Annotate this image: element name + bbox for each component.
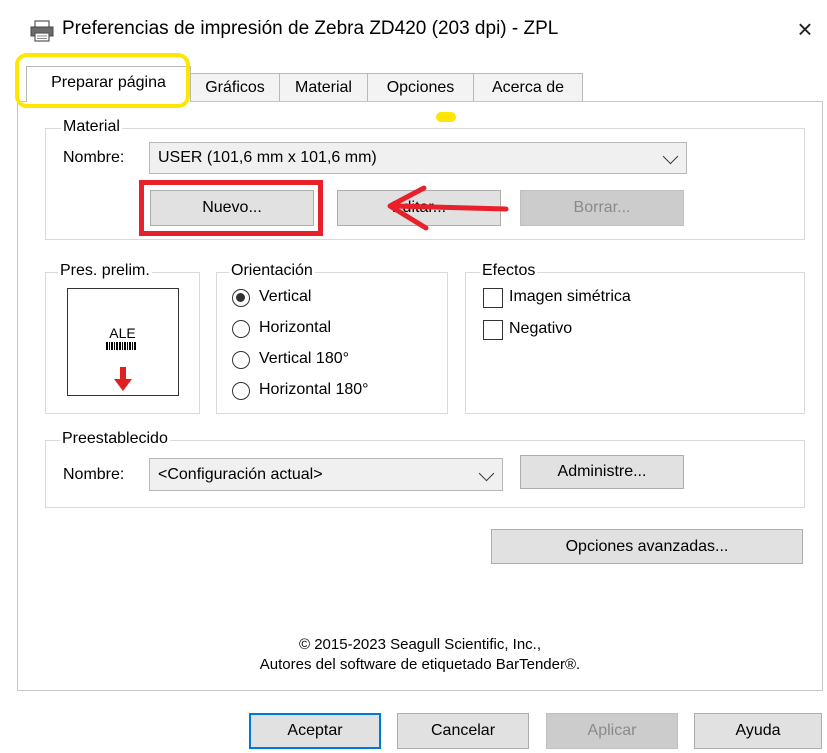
orientation-group-label: Orientación bbox=[229, 262, 315, 280]
material-group-label: Material bbox=[61, 118, 122, 136]
ok-button[interactable]: Aceptar bbox=[249, 713, 381, 749]
preview-group-label: Pres. prelim. bbox=[58, 262, 152, 280]
preset-name-dropdown[interactable]: <Configuración actual> bbox=[149, 458, 503, 491]
window-title: Preferencias de impresión de Zebra ZD420… bbox=[62, 18, 559, 39]
yellow-dot-annotation bbox=[436, 112, 456, 122]
mirror-image-label: Imagen simétrica bbox=[509, 288, 631, 305]
material-name-dropdown[interactable]: USER (101,6 mm x 101,6 mm) bbox=[149, 142, 687, 174]
tab-graficos[interactable]: Gráficos bbox=[190, 73, 280, 101]
red-arrow-annotation bbox=[387, 185, 509, 231]
delete-material-button[interactable]: Borrar... bbox=[520, 190, 684, 226]
manage-presets-button[interactable]: Administre... bbox=[520, 455, 684, 489]
tab-acerca-de[interactable]: Acerca de bbox=[473, 73, 583, 101]
orientation-vertical-180-label: Vertical 180° bbox=[259, 350, 350, 367]
red-highlight-annotation bbox=[139, 180, 323, 236]
close-button[interactable]: × bbox=[790, 14, 820, 44]
copyright-line-1: © 2015-2023 Seagull Scientific, Inc., bbox=[298, 636, 542, 653]
orientation-horizontal-180-label: Horizontal 180° bbox=[259, 381, 369, 398]
preset-name-value: <Configuración actual> bbox=[158, 466, 323, 483]
barcode-icon bbox=[106, 342, 136, 350]
preview-sample-text: ALE bbox=[109, 325, 136, 341]
advanced-options-button[interactable]: Opciones avanzadas... bbox=[491, 529, 803, 564]
orientation-horizontal-radio[interactable] bbox=[232, 320, 250, 338]
chevron-down-icon bbox=[478, 465, 495, 481]
cancel-button[interactable]: Cancelar bbox=[397, 713, 529, 749]
help-button[interactable]: Ayuda bbox=[694, 713, 822, 749]
orientation-horizontal-label: Horizontal bbox=[259, 319, 332, 336]
effects-group-label: Efectos bbox=[480, 262, 538, 280]
material-name-value: USER (101,6 mm x 101,6 mm) bbox=[158, 149, 377, 166]
feed-direction-arrow-icon bbox=[114, 367, 132, 391]
tab-material[interactable]: Material bbox=[279, 73, 368, 101]
mirror-image-checkbox[interactable] bbox=[483, 288, 503, 308]
apply-button[interactable]: Aplicar bbox=[546, 713, 678, 749]
negative-checkbox[interactable] bbox=[483, 320, 503, 340]
preset-group-label: Preestablecido bbox=[60, 430, 170, 448]
orientation-horizontal-180-radio[interactable] bbox=[232, 382, 250, 400]
chevron-down-icon bbox=[662, 148, 679, 165]
preset-name-label: Nombre: bbox=[63, 466, 125, 483]
yellow-highlight-annotation bbox=[15, 53, 190, 108]
orientation-vertical-radio[interactable] bbox=[232, 289, 250, 307]
orientation-vertical-label: Vertical bbox=[259, 288, 312, 305]
orientation-vertical-180-radio[interactable] bbox=[232, 351, 250, 369]
copyright-line-2: Autores del software de etiquetado BarTe… bbox=[259, 656, 581, 673]
negative-label: Negativo bbox=[509, 320, 573, 337]
material-name-label: Nombre: bbox=[63, 149, 125, 166]
tab-opciones[interactable]: Opciones bbox=[367, 73, 474, 101]
label-preview: ALE bbox=[67, 288, 179, 396]
printer-icon bbox=[30, 20, 54, 42]
